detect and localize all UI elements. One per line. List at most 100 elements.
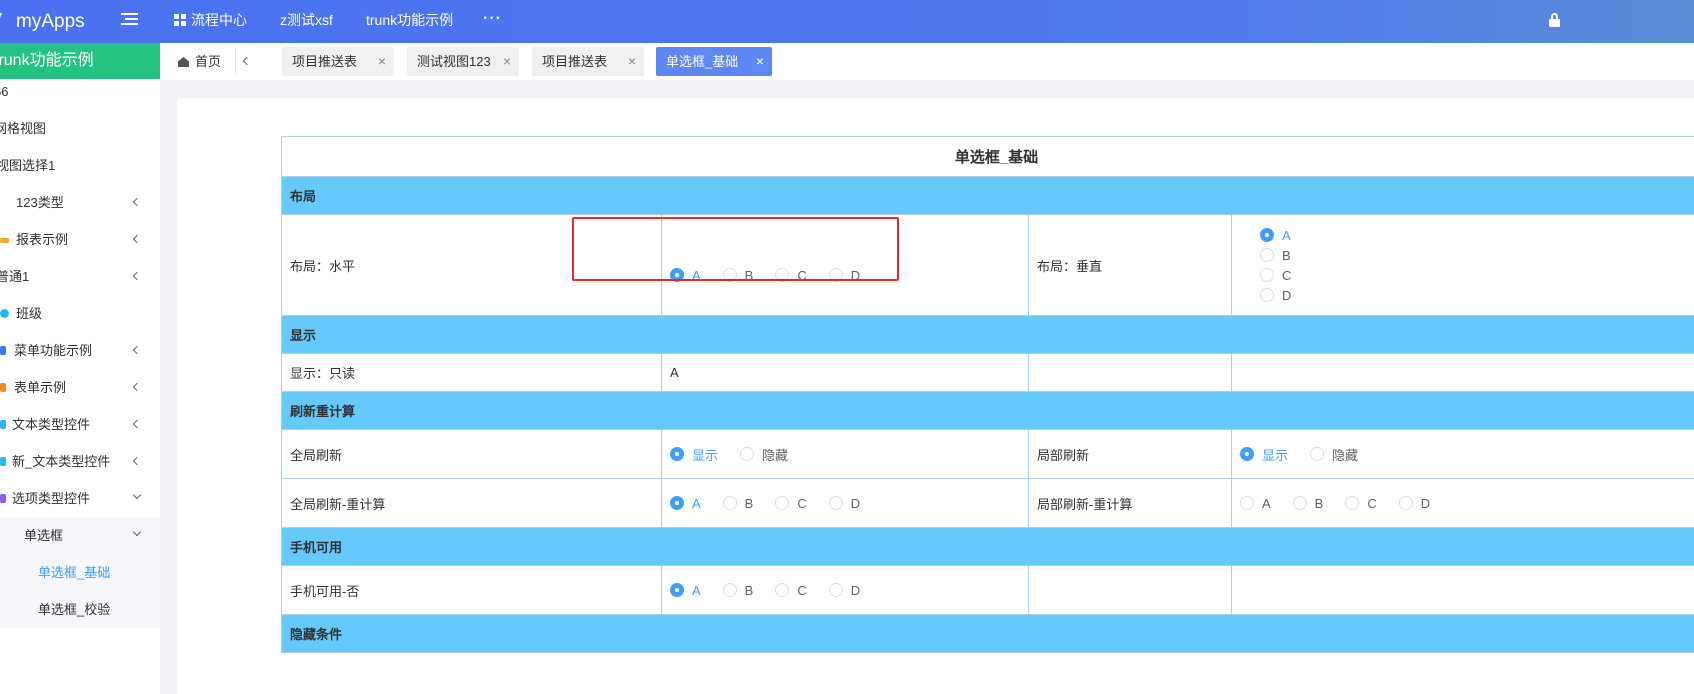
sidebar-item-123-type[interactable]: 123类型: [0, 184, 160, 221]
sidebar-item-radio-validate[interactable]: 单选框_校验: [0, 591, 160, 628]
radio-option-a[interactable]: A: [1260, 225, 1694, 245]
radio-option-c[interactable]: C: [775, 268, 807, 283]
radio-option-d[interactable]: D: [828, 496, 860, 511]
section-hidden: 隐藏条件: [280, 614, 1694, 653]
chevron-left-icon: [132, 382, 142, 392]
chevron-left-icon: [132, 197, 142, 207]
radio-option-b[interactable]: B: [1292, 496, 1323, 511]
radio-checked-icon: [670, 496, 684, 510]
radio-unchecked-icon: [1240, 496, 1254, 510]
tab-project-push-2[interactable]: 项目推送表 ×: [532, 47, 644, 76]
close-icon[interactable]: ×: [628, 47, 636, 76]
section-display: 显示: [280, 315, 1694, 354]
crown-icon: [0, 238, 9, 243]
radio-option-c[interactable]: C: [775, 496, 807, 511]
radio-unchecked-icon: [775, 583, 790, 597]
app-logo[interactable]: myApps: [0, 0, 85, 43]
nav-item-test-xsf[interactable]: z测试xsf: [280, 0, 333, 43]
tab-bar: 首页 项目推送表 × 测试视图123 × 项目推送表 × 单选框_基础 ×: [160, 43, 1694, 80]
tab-radio-basic[interactable]: 单选框_基础 ×: [656, 47, 772, 76]
chevron-left-icon: [132, 456, 142, 466]
chevron-down-icon: [132, 527, 142, 537]
radio-unchecked-icon: [1260, 288, 1274, 302]
radio-option-d[interactable]: D: [828, 583, 860, 598]
chevron-left-icon: [132, 419, 142, 429]
chevron-left-icon: [132, 345, 142, 355]
empty-cell: [1028, 353, 1232, 392]
menu-toggle-icon[interactable]: [121, 13, 138, 30]
sidebar-item-grid-view[interactable]: 网格视图: [0, 110, 160, 147]
radio-group-layout-vertical: A B C D: [1230, 214, 1694, 316]
table-icon: [0, 383, 6, 392]
empty-cell: [1230, 353, 1694, 392]
more-menu-icon[interactable]: ···: [483, 0, 502, 38]
class-icon: [0, 309, 9, 318]
label-global-recalc: 全局刷新-重计算: [281, 478, 662, 528]
label-layout-horizontal: 布局：水平: [281, 214, 662, 316]
radio-option-a[interactable]: A: [1240, 496, 1271, 511]
radio-unchecked-icon: [722, 583, 737, 597]
sidebar-item-view-select[interactable]: 视图选择1: [0, 147, 160, 184]
nav-item-process-center[interactable]: 流程中心: [174, 0, 247, 43]
radio-option-c[interactable]: C: [1260, 265, 1694, 285]
radio-option-c[interactable]: C: [1345, 496, 1377, 511]
radio-checked-icon: [1260, 228, 1274, 242]
doc-icon: [0, 420, 6, 429]
tab-home[interactable]: 首页: [178, 52, 221, 72]
chevron-left-icon[interactable]: [242, 56, 252, 66]
radio-option-b[interactable]: B: [1260, 245, 1694, 265]
radio-group-layout-horizontal: A B C D: [661, 214, 1029, 316]
radio-option-hide[interactable]: 隐藏: [740, 445, 788, 464]
sidebar-item-radio-basic[interactable]: 单选框_基础: [0, 554, 160, 591]
sidebar-item-class[interactable]: 班级: [0, 295, 160, 332]
radio-option-d[interactable]: D: [1260, 285, 1694, 305]
chevron-down-icon: [132, 490, 142, 500]
sidebar-item-menu-demo[interactable]: 菜单功能示例: [0, 332, 160, 369]
radio-option-a[interactable]: A: [670, 496, 701, 511]
radio-option-a[interactable]: A: [670, 268, 701, 283]
sidebar-item-form-demo[interactable]: 表单示例: [0, 369, 160, 406]
tab-test-view[interactable]: 测试视图123 ×: [407, 47, 519, 76]
sidebar-item-radio[interactable]: 单选框: [0, 517, 160, 554]
lock-icon[interactable]: [1549, 13, 1560, 27]
sidebar-item-normal1[interactable]: 普通1: [0, 258, 160, 295]
sidebar-item-new-text-controls[interactable]: 新_文本类型控件: [0, 443, 160, 480]
radio-option-d[interactable]: D: [828, 268, 860, 283]
label-layout-vertical: 布局：垂直: [1028, 214, 1232, 316]
top-bar: myApps 流程中心 z测试xsf trunk功能示例 ···: [0, 0, 1694, 43]
radio-option-show[interactable]: 显示: [1240, 445, 1288, 464]
radio-unchecked-icon: [722, 496, 737, 510]
divider: [235, 48, 236, 75]
sidebar-item-66[interactable]: 66: [0, 73, 160, 110]
label-local-recalc: 局部刷新-重计算: [1028, 478, 1232, 528]
radio-unchecked-icon: [828, 496, 843, 510]
radio-unchecked-icon: [775, 496, 790, 510]
radio-option-a[interactable]: A: [670, 583, 701, 598]
sidebar-item-option-controls[interactable]: 选项类型控件: [0, 480, 160, 517]
close-icon[interactable]: ×: [503, 47, 511, 76]
doc-icon: [0, 457, 6, 466]
form-title: 单选框_基础: [280, 136, 1694, 177]
tab-project-push-1[interactable]: 项目推送表 ×: [282, 47, 394, 76]
radio-group-global-recalc: A B C D: [661, 478, 1029, 528]
radio-option-show[interactable]: 显示: [670, 445, 718, 464]
label-mobile-no: 手机可用-否: [281, 565, 662, 615]
radio-option-c[interactable]: C: [775, 583, 807, 598]
radio-option-d[interactable]: D: [1398, 496, 1430, 511]
radio-option-b[interactable]: B: [722, 583, 753, 598]
sidebar-item-report-demo[interactable]: 报表示例: [0, 221, 160, 258]
nav-item-trunk-demo[interactable]: trunk功能示例: [366, 0, 453, 43]
close-icon[interactable]: ×: [378, 47, 386, 76]
empty-cell: [1230, 565, 1694, 615]
sidebar-item-text-controls[interactable]: 文本类型控件: [0, 406, 160, 443]
close-icon[interactable]: ×: [756, 47, 764, 76]
radio-option-b[interactable]: B: [722, 496, 753, 511]
label-local-refresh: 局部刷新: [1028, 429, 1232, 479]
radio-group-mobile: A B C D: [661, 565, 1029, 615]
radio-option-b[interactable]: B: [722, 268, 753, 283]
label-global-refresh: 全局刷新: [281, 429, 662, 479]
radio-checked-icon: [670, 268, 684, 282]
radio-group-local-refresh: 显示 隐藏: [1230, 429, 1694, 479]
radio-unchecked-icon: [1260, 248, 1274, 262]
radio-option-hide[interactable]: 隐藏: [1310, 445, 1358, 464]
